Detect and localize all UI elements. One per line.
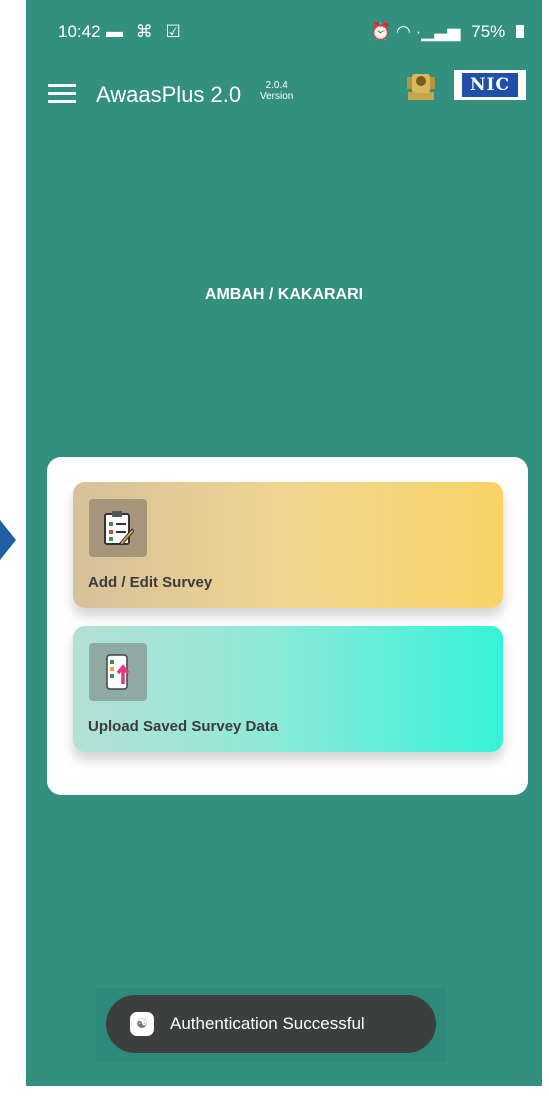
add-edit-survey-label: Add / Edit Survey [88, 574, 213, 591]
signal-icons: ⏰ ◠ ·▁▃▅ [370, 22, 461, 41]
add-edit-survey-button[interactable]: Add / Edit Survey [73, 482, 503, 608]
notification-icons: ▬ ⌘ ☑ [106, 22, 185, 41]
toast-text: Authentication Successful [170, 1014, 365, 1033]
nav-arrow-icon [0, 520, 16, 560]
battery-icon [516, 25, 524, 38]
app-version: 2.0.4 Version [260, 80, 293, 102]
status-time: 10:42 [58, 22, 101, 41]
actions-card: Add / Edit Survey Upload Saved Survey Da… [47, 457, 528, 795]
location-title: AMBAH / KAKARARI [204, 286, 364, 303]
status-bar: 10:42 ▬ ⌘ ☑ ⏰ ◠ ·▁▃▅ 75% [26, 0, 542, 60]
battery-level: 75% [471, 22, 506, 41]
national-emblem-icon [404, 68, 438, 102]
app-title: AwaasPlus 2.0 [96, 82, 242, 107]
upload-saved-survey-button[interactable]: Upload Saved Survey Data [73, 626, 503, 752]
app-icon: ☯ [130, 1012, 154, 1036]
app-screen: 10:42 ▬ ⌘ ☑ ⏰ ◠ ·▁▃▅ 75% AwaasPlus 2.0 2… [26, 0, 542, 1086]
toast-message: ☯ Authentication Successful [106, 995, 436, 1053]
status-indicators: ⏰ ◠ ·▁▃▅ 75% [364, 22, 524, 42]
nic-logo: NIC [454, 70, 526, 100]
menu-icon[interactable] [48, 84, 76, 104]
version-label: Version [260, 91, 294, 102]
app-bar: AwaasPlus 2.0 2.0.4 Version NIC [26, 64, 542, 120]
survey-clipboard-icon [89, 499, 147, 557]
upload-saved-survey-label: Upload Saved Survey Data [88, 718, 279, 735]
upload-phone-icon [89, 643, 147, 701]
nic-logo-text: NIC [461, 73, 519, 97]
version-number: 2.0.4 [265, 80, 288, 91]
